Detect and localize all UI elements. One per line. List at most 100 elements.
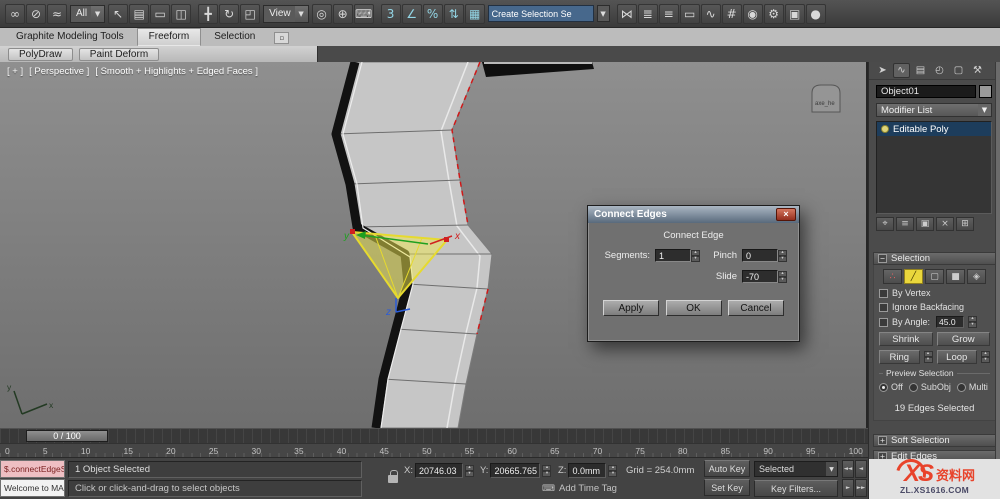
track-bar[interactable]: 0 5 10 15 20 25 30 35 40 45 50 55 60 65 70 75 80 85 90 95 10… <box>0 443 868 457</box>
window-crossing-icon[interactable]: ◫ <box>171 3 192 24</box>
ribbon-toggle-icon[interactable]: ▭ <box>679 3 700 24</box>
x-coordinate-field[interactable]: 20746.03 <box>414 463 463 478</box>
loop-spinner[interactable]: ▴ ▾ <box>981 351 990 363</box>
element-subobject-icon[interactable]: ◈ <box>967 269 986 284</box>
grow-button[interactable]: Grow <box>936 332 990 346</box>
configure-modifier-sets-icon[interactable]: ⊞ <box>956 217 974 231</box>
viewport-menu-pov[interactable]: [ Perspective ] <box>29 66 89 77</box>
select-and-link-icon[interactable]: ∞ <box>5 3 25 24</box>
select-object-icon[interactable]: ↖ <box>108 3 129 24</box>
percent-snap-icon[interactable]: % <box>422 3 443 24</box>
select-and-rotate-icon[interactable]: ↻ <box>219 3 240 24</box>
border-subobject-icon[interactable]: ▢ <box>925 269 944 284</box>
motion-tab-icon[interactable]: ◴ <box>931 63 948 78</box>
preview-multi-radio[interactable]: Multi <box>956 382 988 392</box>
edge-subobject-icon[interactable]: ╱ <box>904 269 923 284</box>
go-to-end-button[interactable]: ►► <box>855 479 867 497</box>
time-slider-handle[interactable]: 0 / 100 <box>26 430 108 442</box>
tab-freeform[interactable]: Freeform <box>136 28 202 46</box>
named-selection-set-field[interactable]: Create Selection Se <box>487 5 594 22</box>
create-tab-icon[interactable]: ➤ <box>874 63 891 78</box>
show-end-result-icon[interactable]: ≡ <box>896 217 914 231</box>
select-and-manipulate-icon[interactable]: ⊕ <box>332 3 353 24</box>
selection-lock-icon[interactable] <box>388 470 402 483</box>
object-name-field[interactable]: Object01 <box>876 85 976 98</box>
pinch-spinner[interactable]: ▴ ▾ <box>778 249 787 262</box>
polydraw-button[interactable]: PolyDraw <box>8 47 73 61</box>
angle-snap-icon[interactable]: ∠ <box>401 3 422 24</box>
make-unique-icon[interactable]: ▣ <box>916 217 934 231</box>
collapse-icon[interactable]: − <box>878 254 887 263</box>
select-by-name-icon[interactable]: ▤ <box>129 3 150 24</box>
ring-button[interactable]: Ring <box>879 350 920 364</box>
schematic-view-icon[interactable]: # <box>721 3 742 24</box>
modify-tab-icon[interactable]: ∿ <box>893 63 910 78</box>
unlink-selection-icon[interactable]: ⊘ <box>26 3 46 24</box>
previous-frame-button[interactable]: ◄ <box>855 460 867 478</box>
stack-item-editable-poly[interactable]: Editable Poly <box>877 122 991 136</box>
snaps-toggle-icon[interactable]: 3 <box>380 3 401 24</box>
pin-stack-icon[interactable]: ⌖ <box>876 217 894 231</box>
set-key-button[interactable]: Set Key <box>704 479 750 496</box>
material-editor-icon[interactable]: ◉ <box>742 3 763 24</box>
use-pivot-center-icon[interactable]: ◎ <box>311 3 332 24</box>
preview-subobj-radio[interactable]: SubObj <box>908 382 951 392</box>
ribbon-minimize-icon[interactable]: ▫ <box>274 32 290 44</box>
angle-spinner[interactable]: ▴ ▾ <box>968 316 978 328</box>
display-tab-icon[interactable]: ▢ <box>950 63 967 78</box>
select-and-move-icon[interactable]: ╋ <box>198 3 219 24</box>
keyboard-override-icon[interactable]: ⌨ <box>353 3 374 24</box>
y-coordinate-field[interactable]: 20665.765 <box>490 463 541 478</box>
ring-spinner[interactable]: ▴ ▾ <box>923 351 933 363</box>
viewport-menu-general[interactable]: [ + ] <box>7 66 23 77</box>
go-to-start-button[interactable]: ◄◄ <box>842 460 854 478</box>
pinch-field[interactable]: 0 <box>742 249 778 262</box>
spinner-snap-icon[interactable]: ⇅ <box>443 3 464 24</box>
rectangular-selection-icon[interactable]: ▭ <box>150 3 171 24</box>
soft-selection-rollout-header[interactable]: + Soft Selection <box>873 434 996 447</box>
cancel-button[interactable]: Cancel <box>728 300 784 316</box>
slide-spinner[interactable]: ▴ ▾ <box>778 270 787 283</box>
next-frame-button[interactable]: ► <box>842 479 854 497</box>
segments-spinner[interactable]: ▴ ▾ <box>691 249 700 262</box>
panel-scrollbar[interactable] <box>995 62 1000 459</box>
ignore-backfacing-checkbox[interactable] <box>879 302 888 312</box>
key-filter-set-dropdown[interactable]: Selected ▼ <box>754 461 838 477</box>
selection-filter-dropdown[interactable]: All ▼ <box>70 4 106 23</box>
preview-off-radio[interactable]: Off <box>879 382 903 392</box>
time-slider-track[interactable]: 0 / 100 <box>0 428 868 443</box>
maxscript-mini-listener[interactable]: Welcome to MAX <box>0 479 65 497</box>
key-filters-button[interactable]: Key Filters... <box>754 480 838 497</box>
edit-named-selections-icon[interactable]: ▦ <box>464 3 485 24</box>
selection-rollout-header[interactable]: − Selection <box>873 252 996 265</box>
select-and-scale-icon[interactable]: ◰ <box>240 3 261 24</box>
render-production-icon[interactable]: ● <box>805 3 826 24</box>
mirror-icon[interactable]: ⋈ <box>616 3 637 24</box>
chevron-down-icon[interactable]: ▼ <box>596 5 610 22</box>
modifier-list-dropdown[interactable]: Modifier List ▼ <box>876 103 992 117</box>
angle-value-field[interactable]: 45.0 <box>936 316 965 328</box>
rendered-frame-icon[interactable]: ▣ <box>784 3 805 24</box>
align-icon[interactable]: ≣ <box>637 3 658 24</box>
shrink-button[interactable]: Shrink <box>879 332 933 346</box>
z-coordinate-field[interactable]: 0.0mm <box>568 463 607 478</box>
by-angle-checkbox[interactable] <box>879 317 888 327</box>
maxscript-mini-listener-macro[interactable]: $.connectEdgeS <box>0 460 65 478</box>
bind-to-space-warp-icon[interactable]: ≈ <box>47 3 67 24</box>
vertex-subobject-icon[interactable]: ∴ <box>883 269 902 284</box>
close-icon[interactable]: × <box>776 208 796 221</box>
utilities-tab-icon[interactable]: ⚒ <box>969 63 986 78</box>
y-spinner[interactable]: ▴ ▾ <box>542 464 552 477</box>
reference-coordinate-dropdown[interactable]: View ▼ <box>263 4 309 23</box>
expand-icon[interactable]: + <box>878 436 887 445</box>
apply-button[interactable]: Apply <box>603 300 659 316</box>
add-time-tag[interactable]: ⌨ Add Time Tag <box>542 483 617 494</box>
ok-button[interactable]: OK <box>665 300 722 316</box>
render-setup-icon[interactable]: ⚙ <box>763 3 784 24</box>
x-spinner[interactable]: ▴ ▾ <box>464 464 474 477</box>
viewport-menu-shading[interactable]: [ Smooth + Highlights + Edged Faces ] <box>95 66 258 77</box>
hierarchy-tab-icon[interactable]: ▤ <box>912 63 929 78</box>
segments-field[interactable]: 1 <box>655 249 691 262</box>
tab-graphite-modeling-tools[interactable]: Graphite Modeling Tools <box>4 28 136 46</box>
curve-editor-icon[interactable]: ∿ <box>700 3 721 24</box>
